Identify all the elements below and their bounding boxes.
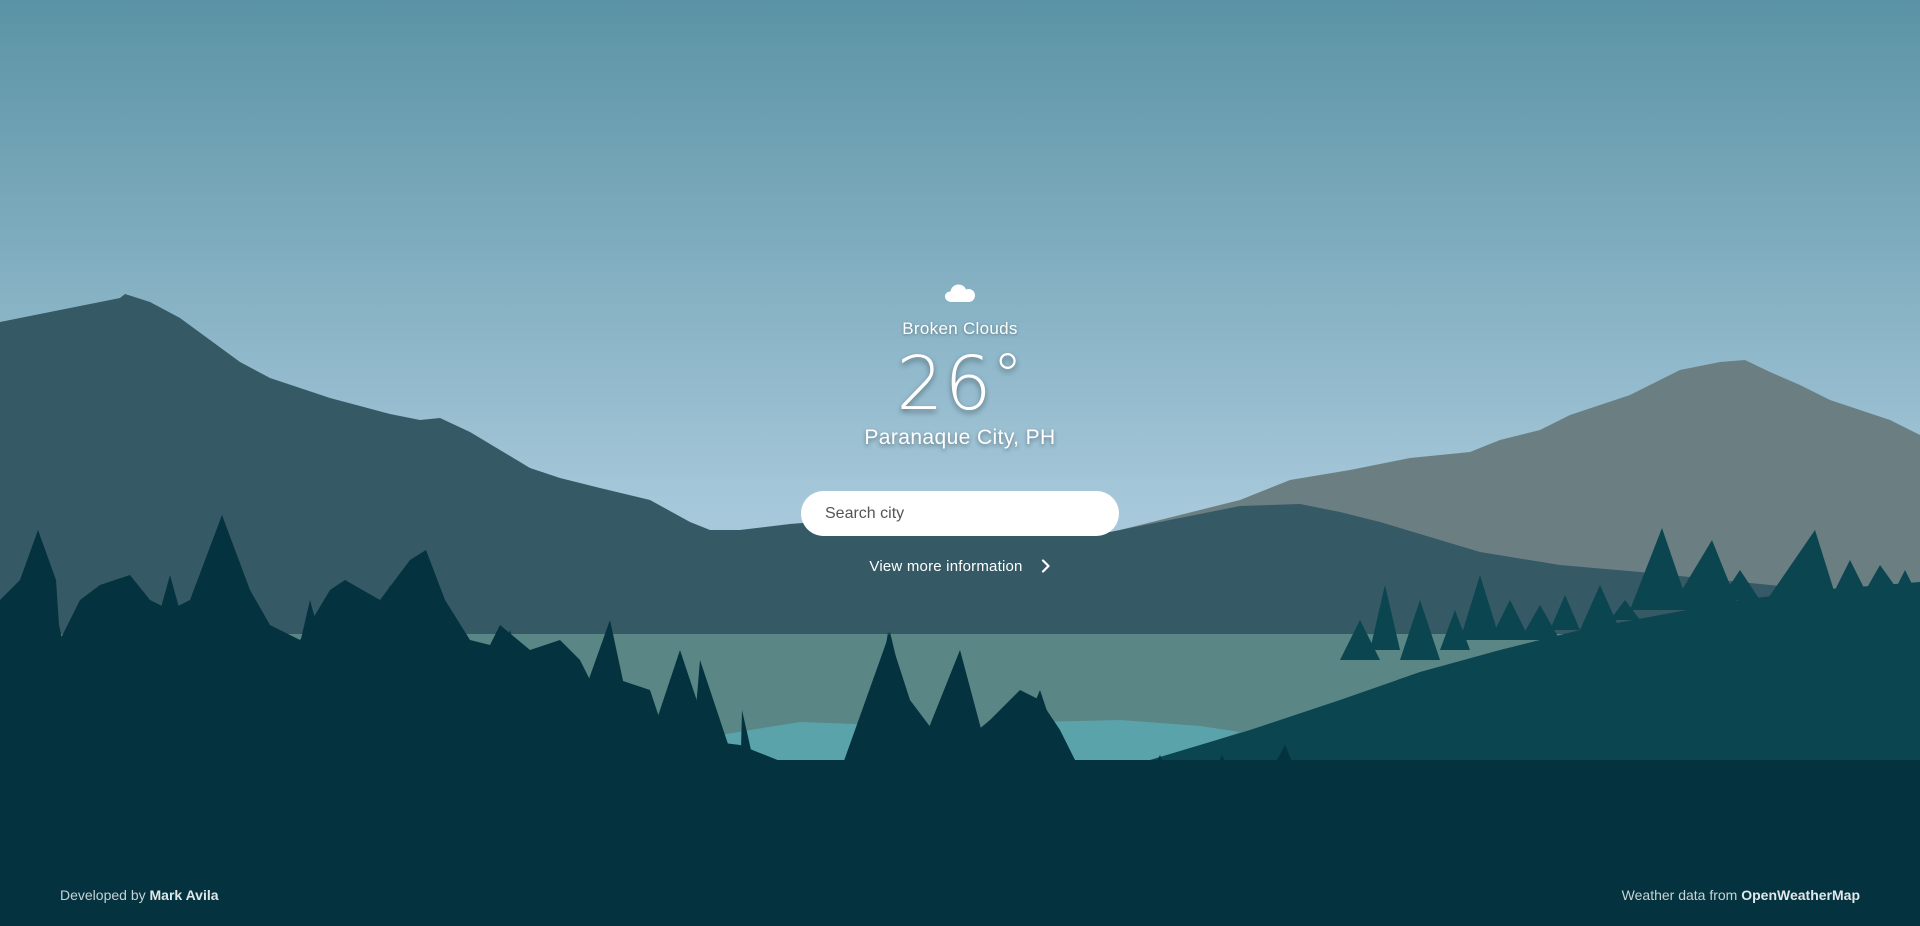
cloud-icon xyxy=(945,284,975,302)
chevron-right-icon xyxy=(1041,559,1050,573)
footer-data-prefix: Weather data from xyxy=(1621,887,1738,903)
footer-data-source: Weather data from OpenWeatherMap xyxy=(1622,887,1860,903)
developer-name-link[interactable]: Mark Avila xyxy=(150,887,219,903)
footer-developer-prefix: Developed by xyxy=(60,887,146,903)
footer-credits: Developed by Mark Avila xyxy=(60,887,219,903)
search-city-input[interactable] xyxy=(801,491,1119,536)
degree-symbol: ° xyxy=(992,341,1024,411)
view-more-information-label: View more information xyxy=(869,557,1023,575)
weather-overlay: Broken Clouds 26° Paranaque City, PH Vie… xyxy=(0,0,1920,926)
view-more-information-link[interactable]: View more information xyxy=(800,554,1120,578)
temperature-value: 26 xyxy=(896,341,993,427)
location: Paranaque City, PH xyxy=(864,426,1056,449)
weather-card: Broken Clouds 26° Paranaque City, PH xyxy=(800,280,1120,452)
openweathermap-link[interactable]: OpenWeatherMap xyxy=(1741,887,1860,903)
weather-condition: Broken Clouds xyxy=(902,319,1018,338)
temperature: 26° xyxy=(800,344,1120,424)
